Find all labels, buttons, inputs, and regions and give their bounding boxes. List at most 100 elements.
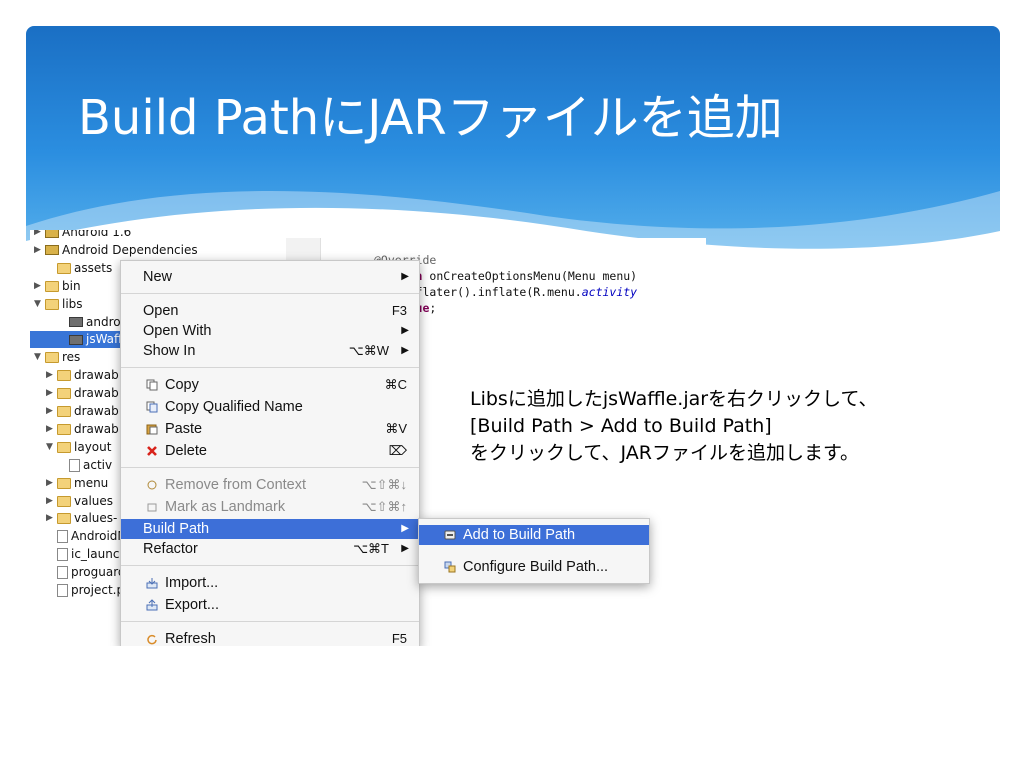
tree-twisty-icon[interactable]: ▼: [34, 296, 45, 313]
tree-item[interactable]: activ: [58, 457, 112, 474]
menu-separator: [121, 367, 419, 368]
tree-item[interactable]: ▶ drawab: [46, 403, 119, 420]
folder-icon: [57, 406, 71, 417]
tree-item[interactable]: ▼ res: [34, 349, 80, 366]
tree-item[interactable]: AndroidM: [46, 528, 128, 545]
tree-item[interactable]: androi: [58, 314, 124, 331]
menu-item-new[interactable]: New ▶: [121, 267, 419, 287]
slide-title: Build PathにJARファイルを追加: [78, 90, 783, 146]
menu-separator: [121, 467, 419, 468]
instruction-line-3: をクリックして、JARファイルを追加します。: [470, 442, 860, 464]
tree-item-label: Android Dependencies: [62, 242, 198, 257]
file-icon: [57, 584, 68, 597]
tree-item-label: menu: [74, 475, 109, 490]
context-menu: New ▶ Open F3 Open With ▶ Show In ⌥⌘W ▶ Copy ⌘…: [120, 260, 420, 646]
folder-icon: [57, 262, 71, 274]
tree-twisty-icon[interactable]: ▶: [34, 230, 45, 241]
delete-icon: [147, 446, 157, 456]
folder-icon: [57, 370, 71, 382]
remove-context-icon: [147, 480, 157, 490]
copy-qualified-icon: [146, 401, 158, 413]
menu-item-paste[interactable]: Paste ⌘V: [121, 419, 419, 439]
tree-item[interactable]: ▶ drawab: [46, 421, 119, 438]
tree-item[interactable]: ▶ drawab: [46, 367, 119, 384]
menu-item-copy[interactable]: Copy ⌘C: [121, 375, 419, 395]
tree-item[interactable]: ▶ Android Dependencies: [34, 242, 198, 259]
tree-item[interactable]: ▶ menu: [46, 475, 108, 492]
build-path-submenu: Add to Build Path Configure Build Path..…: [418, 518, 650, 584]
folder-icon: [45, 280, 59, 292]
copy-icon: [146, 379, 158, 391]
menu-item-build-path[interactable]: Build Path ▶: [121, 519, 419, 539]
tree-item[interactable]: ▶ bin: [34, 278, 81, 295]
menu-item-show-in[interactable]: Show In ⌥⌘W ▶: [121, 341, 419, 361]
folder-icon: [57, 513, 71, 525]
menu-item-refresh[interactable]: Refresh F5: [121, 629, 419, 646]
tree-item[interactable]: ▶ values-: [46, 510, 117, 527]
menu-item-mark-as-landmark[interactable]: Mark as Landmark ⌥⇧⌘↑: [121, 497, 419, 517]
tree-twisty-icon[interactable]: ▶: [46, 493, 57, 510]
tree-item[interactable]: project.pr: [46, 582, 129, 599]
menu-separator: [121, 565, 419, 566]
landmark-icon: [147, 503, 157, 512]
refresh-icon: [147, 634, 157, 645]
folder-icon: [45, 352, 59, 364]
menu-item-export[interactable]: Export...: [121, 595, 419, 615]
tree-twisty-icon[interactable]: ▶: [46, 475, 57, 492]
tree-item-label: activ: [83, 457, 113, 472]
tree-twisty-icon[interactable]: ▶: [46, 403, 57, 420]
menu-item-delete[interactable]: Delete ⌦: [121, 441, 419, 461]
tree-item-label: drawab: [74, 404, 119, 418]
menu-item-refactor[interactable]: Refactor ⌥⌘T ▶: [121, 539, 419, 559]
tree-item[interactable]: ▼ layout: [46, 439, 111, 456]
library-icon: [45, 245, 59, 256]
tree-twisty-icon[interactable]: ▶: [34, 242, 45, 259]
file-icon: [69, 458, 80, 472]
file-icon: [57, 530, 68, 544]
folder-icon: [57, 477, 71, 489]
export-icon: [146, 599, 158, 611]
paste-icon: [146, 424, 158, 435]
folder-icon: [57, 388, 71, 400]
menu-item-remove-from-context[interactable]: Remove from Context ⌥⇧⌘↓: [121, 475, 419, 495]
tree-twisty-icon[interactable]: ▼: [34, 349, 45, 366]
configure-build-path-icon: [444, 561, 456, 573]
tree-item[interactable]: ▶ Android 1.6: [34, 230, 131, 241]
tree-item-label: res: [62, 350, 81, 365]
tree-item-label: androi: [86, 314, 124, 329]
menu-item-import[interactable]: Import...: [121, 573, 419, 593]
tree-twisty-icon[interactable]: ▼: [46, 439, 57, 456]
menu-item-configure-build-path[interactable]: Configure Build Path...: [419, 557, 649, 577]
tree-item-label: drawab: [74, 386, 119, 401]
menu-item-open-with[interactable]: Open With ▶: [121, 321, 419, 341]
tree-item-label: drawab: [74, 421, 119, 436]
instruction-text: Libsに追加したjsWaffle.jarを右クリックして、 [Build Pa…: [470, 386, 1000, 467]
tree-item[interactable]: ▶ values: [46, 493, 113, 510]
tree-item-label: values-: [74, 511, 118, 526]
tree-item-label: libs: [62, 296, 83, 311]
library-icon: [45, 230, 59, 238]
tree-item[interactable]: ▼ libs: [34, 296, 83, 313]
tree-item-label: bin: [62, 278, 81, 293]
menu-item-copy-qualified-name[interactable]: Copy Qualified Name: [121, 397, 419, 417]
jar-add-icon: [444, 530, 456, 540]
folder-icon: [57, 423, 71, 435]
tree-twisty-icon[interactable]: ▶: [46, 510, 57, 527]
menu-separator: [121, 293, 419, 294]
tree-item-label: values: [74, 493, 114, 508]
menu-item-add-to-build-path[interactable]: Add to Build Path: [419, 525, 649, 545]
tree-twisty-icon[interactable]: ▶: [46, 385, 57, 402]
menu-item-open[interactable]: Open F3: [121, 301, 419, 321]
jar-icon: [69, 334, 83, 345]
tree-twisty-icon[interactable]: ▶: [34, 278, 45, 295]
tree-twisty-icon[interactable]: ▶: [46, 421, 57, 438]
menu-separator: [121, 621, 419, 622]
folder-icon: [57, 495, 71, 507]
tree-twisty-icon[interactable]: ▶: [46, 367, 57, 384]
tree-item[interactable]: ▶ drawab: [46, 385, 119, 402]
jar-icon: [69, 317, 83, 327]
instruction-line-2: [Build Path > Add to Build Path]: [470, 415, 772, 437]
instruction-line-1: Libsに追加したjsWaffle.jarを右クリックして、: [470, 388, 878, 410]
tree-item[interactable]: assets: [46, 260, 112, 277]
tree-item[interactable]: proguard-: [46, 564, 130, 581]
